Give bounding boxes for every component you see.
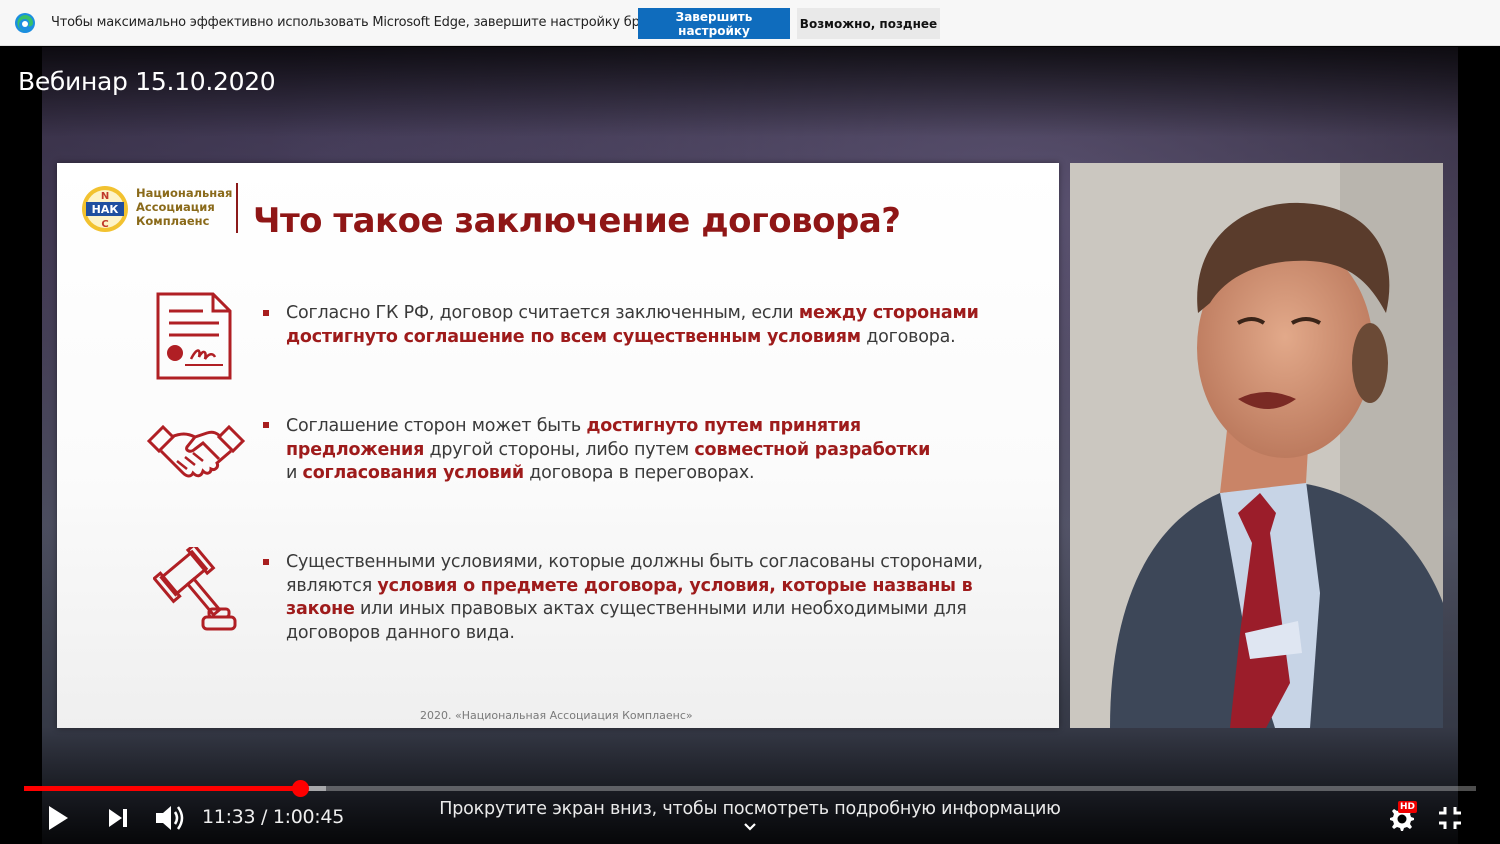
bullet-text-segment: договора в переговорах. <box>523 463 755 483</box>
progress-bar[interactable] <box>24 780 1476 797</box>
bullet-marker-3 <box>263 559 269 565</box>
title-divider <box>236 183 238 233</box>
logo-letter-top: N <box>101 191 109 202</box>
speaker-image <box>1070 163 1443 728</box>
edge-setup-infobar: Чтобы максимально эффективно использоват… <box>0 0 1500 46</box>
bullet-2-text: Соглашение сторон может быть достигнуто … <box>286 415 946 486</box>
bullet-text-segment: другой стороны, либо путем <box>424 439 695 460</box>
bullet-text-segment: договора. <box>860 326 956 347</box>
finish-setup-button[interactable]: Завершить настройку <box>638 8 790 39</box>
bullet-marker-1 <box>263 310 269 316</box>
logo-text: Национальная Ассоциация Комплаенс <box>136 186 232 228</box>
maybe-later-button[interactable]: Возможно, позднее <box>797 8 940 39</box>
infobar-message: Чтобы максимально эффективно использоват… <box>51 15 690 30</box>
chevron-down-icon[interactable] <box>743 822 757 832</box>
logo-letter-middle: НАК <box>92 203 119 216</box>
video-player[interactable]: Вебинар 15.10.2020 N НАК C Национальная … <box>0 47 1500 844</box>
gavel-icon <box>153 547 237 631</box>
bullet-text-segment: и <box>286 463 303 483</box>
emphasis-text: совместной разработки <box>694 439 931 460</box>
bullet-text-segment: или иных правовых актах существенными ил… <box>286 599 967 643</box>
bullet-3-text: Существенными условиями, которые должны … <box>286 551 1006 645</box>
contract-document-icon <box>156 292 232 380</box>
bullet-marker-2 <box>263 422 269 428</box>
association-logo-icon: N НАК C <box>82 186 128 232</box>
speaker-video-panel <box>1070 163 1443 728</box>
scroll-hint[interactable]: Прокрутите экран вниз, чтобы посмотреть … <box>0 799 1500 819</box>
logo-line-2: Ассоциация <box>136 200 215 214</box>
logo-line-1: Национальная <box>136 186 233 200</box>
settings-button[interactable]: HD <box>1382 800 1420 836</box>
presentation-slide: N НАК C Национальная Ассоциация Комплаен… <box>57 163 1059 728</box>
edge-logo-icon <box>15 13 35 33</box>
exit-fullscreen-icon <box>1439 807 1461 829</box>
bullet-1-text: Согласно ГК РФ, договор считается заключ… <box>286 302 1006 349</box>
slide-title: Что такое заключение договора? <box>253 201 901 241</box>
handshake-icon <box>147 424 245 478</box>
logo-line-3: Комплаенс <box>136 214 210 228</box>
bullet-text-segment: Соглашение сторон может быть <box>286 416 587 436</box>
emphasis-text: согласования условий <box>302 463 525 483</box>
progress-scrubber-handle[interactable] <box>291 780 309 797</box>
hd-badge: HD <box>1398 801 1418 813</box>
video-title[interactable]: Вебинар 15.10.2020 <box>18 67 276 96</box>
bullet-text-segment: Согласно ГК РФ, договор считается заключ… <box>286 303 799 323</box>
exit-fullscreen-button[interactable] <box>1432 800 1468 836</box>
slide-footer: 2020. «Национальная Ассоциация Комплаенс… <box>420 709 693 722</box>
logo-letter-bottom: C <box>101 219 108 230</box>
progress-played <box>24 786 300 791</box>
